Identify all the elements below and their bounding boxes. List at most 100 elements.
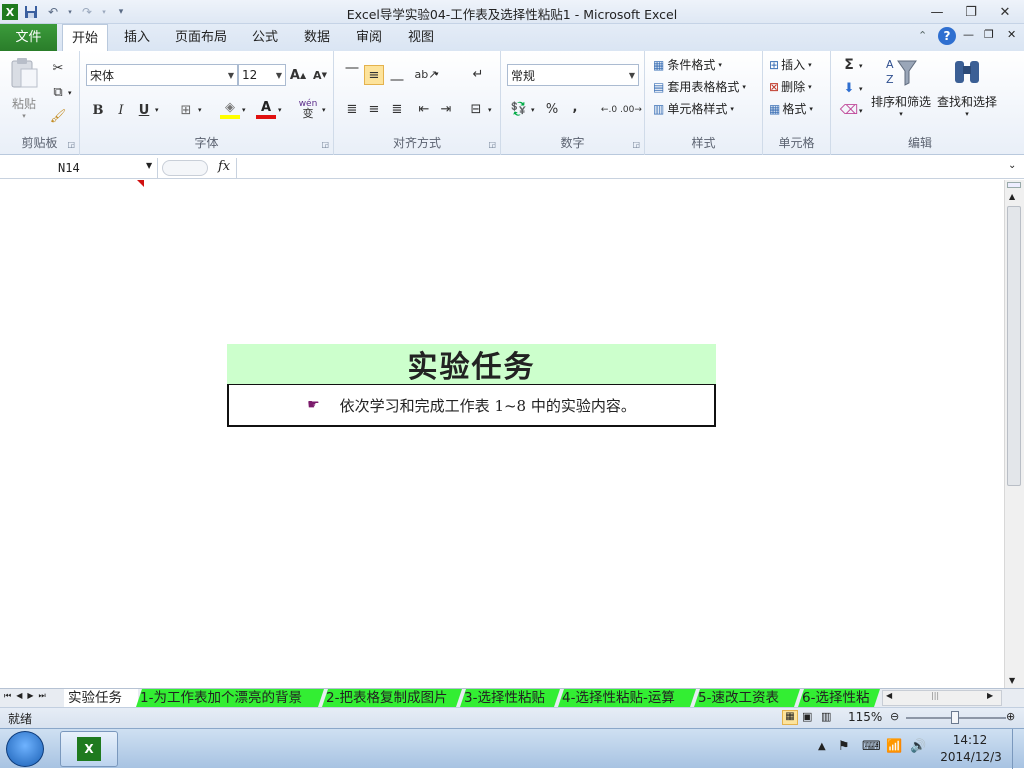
formula-bar-splitter[interactable] — [162, 160, 208, 176]
help-icon[interactable]: ? — [938, 27, 956, 45]
tab-review[interactable]: 审阅 — [349, 24, 389, 51]
italic-button[interactable]: I — [111, 100, 131, 120]
workbook-minimize-button[interactable]: — — [963, 28, 974, 41]
expand-formula-bar-icon[interactable]: ⌄ — [1008, 160, 1016, 171]
normal-view-icon[interactable]: ▦ — [782, 710, 798, 725]
increase-indent-icon[interactable]: ⇥ — [436, 99, 456, 119]
font-size-combo[interactable]: 12 ▼ — [238, 64, 286, 86]
borders-dropdown-icon[interactable]: ▾ — [198, 106, 202, 114]
delete-cells-button[interactable]: ⊠ 删除 ▾ — [769, 78, 812, 95]
taskbar-excel-button[interactable]: X — [60, 731, 118, 767]
tab-formulas[interactable]: 公式 — [245, 24, 285, 51]
scroll-thumb[interactable] — [1007, 206, 1021, 486]
find-select-button[interactable]: 查找和选择 ▾ — [935, 55, 999, 121]
currency-icon[interactable]: 💱 — [509, 99, 529, 119]
fill-color-icon[interactable]: ◈ — [220, 99, 240, 119]
vertical-scrollbar[interactable]: ▲ ▼ — [1004, 180, 1024, 688]
tab-file[interactable]: 文件 — [0, 24, 57, 51]
tab-page-layout[interactable]: 页面布局 — [170, 24, 232, 51]
conditional-format-button[interactable]: ▦ 条件格式 ▾ — [653, 56, 722, 73]
worksheet-area[interactable] — [0, 180, 1004, 688]
workbook-restore-button[interactable]: ❐ — [984, 28, 994, 41]
action-center-flag-icon[interactable]: ⚑ — [838, 739, 850, 754]
tab-insert[interactable]: 插入 — [117, 24, 157, 51]
decrease-decimal-icon[interactable]: .00→ — [619, 100, 643, 120]
fill-dropdown-icon[interactable]: ▾ — [859, 85, 863, 93]
restore-button[interactable]: ❐ — [956, 2, 986, 22]
cell-styles-button[interactable]: ▥ 单元格样式 ▾ — [653, 100, 734, 117]
format-cells-button[interactable]: ▦ 格式 ▾ — [769, 100, 813, 117]
bottom-align-icon[interactable]: ⎽ — [387, 64, 407, 84]
clear-icon[interactable]: ⌫ — [839, 100, 859, 120]
tab-data[interactable]: 数据 — [297, 24, 337, 51]
increase-decimal-icon[interactable]: ←.0 — [597, 100, 621, 120]
font-color-dropdown-icon[interactable]: ▾ — [278, 106, 282, 114]
insert-cells-button[interactable]: ⊞ 插入 ▾ — [769, 56, 812, 73]
zoom-level[interactable]: 115% — [848, 710, 882, 724]
tab-home[interactable]: 开始 — [62, 24, 108, 52]
orientation-dropdown-icon[interactable]: ▾ — [435, 70, 439, 78]
align-center-icon[interactable]: ≡ — [364, 99, 384, 119]
show-desktop-button[interactable] — [1012, 729, 1024, 769]
shrink-font-button[interactable]: A ▼ — [310, 65, 330, 85]
page-layout-view-icon[interactable]: ▣ — [802, 710, 812, 723]
sheet-tab[interactable]: 6-选择性粘 — [798, 689, 880, 707]
insert-function-button[interactable]: fx — [218, 159, 230, 174]
clipboard-launcher-icon[interactable]: ◲ — [67, 140, 75, 149]
align-right-icon[interactable]: ≣ — [387, 99, 407, 119]
zoom-in-icon[interactable]: ⊕ — [1006, 710, 1015, 723]
device-icon[interactable]: ⌨ — [862, 739, 881, 754]
percent-button[interactable]: % — [542, 99, 562, 119]
format-as-table-button[interactable]: ▤ 套用表格格式 ▾ — [653, 78, 746, 95]
sheet-tab[interactable]: 1-为工作表加个漂亮的背景 — [136, 689, 324, 707]
tab-view[interactable]: 视图 — [401, 24, 441, 51]
horizontal-scrollbar[interactable]: ◀ ||| ▶ — [882, 690, 1002, 706]
format-painter-icon[interactable]: 🖌 — [48, 106, 68, 126]
phonetic-dropdown-icon[interactable]: ▾ — [322, 106, 326, 114]
wrap-text-icon[interactable]: ↵ — [468, 64, 488, 84]
font-launcher-icon[interactable]: ◲ — [321, 140, 329, 149]
sheet-tab[interactable]: 3-选择性粘贴 — [460, 689, 560, 707]
volume-icon[interactable]: 🔊 — [910, 739, 926, 754]
name-box-dropdown-icon[interactable]: ▼ — [146, 161, 152, 170]
currency-dropdown-icon[interactable]: ▾ — [531, 106, 535, 114]
page-break-view-icon[interactable]: ▥ — [821, 710, 831, 723]
middle-align-icon[interactable]: ≡ — [364, 65, 384, 85]
sort-filter-button[interactable]: AZ 排序和筛选 ▾ — [869, 55, 933, 121]
autosum-dropdown-icon[interactable]: ▾ — [859, 62, 863, 70]
autosum-button[interactable]: Σ — [839, 55, 859, 75]
sheet-tab[interactable]: 4-选择性粘贴-运算 — [558, 689, 696, 707]
show-hidden-icons[interactable]: ▲ — [818, 741, 826, 752]
scroll-down-icon[interactable]: ▼ — [1009, 676, 1015, 685]
align-left-icon[interactable]: ≣ — [342, 99, 362, 119]
font-color-button[interactable]: A — [256, 99, 276, 119]
orientation-icon[interactable]: ab↗ — [415, 64, 438, 84]
underline-button[interactable]: U — [134, 100, 154, 120]
font-name-combo[interactable]: 宋体 ▼ — [86, 64, 238, 86]
zoom-slider-thumb[interactable] — [951, 711, 959, 724]
sheet-tab[interactable]: 2-把表格复制成图片 — [322, 689, 462, 707]
borders-icon[interactable]: ⊞ — [176, 100, 196, 120]
fill-icon[interactable]: ⬇ — [839, 78, 859, 98]
underline-dropdown-icon[interactable]: ▾ — [155, 106, 159, 114]
merge-center-icon[interactable]: ⊟ — [466, 99, 486, 119]
top-align-icon[interactable]: ⎺ — [342, 64, 362, 84]
number-format-combo[interactable]: 常规 ▼ — [507, 64, 639, 86]
minimize-button[interactable]: — — [922, 2, 952, 22]
scroll-left-icon[interactable]: ◀ — [886, 691, 892, 700]
close-button[interactable]: ✕ — [990, 2, 1020, 22]
scroll-up-icon[interactable]: ▲ — [1009, 192, 1015, 201]
clear-dropdown-icon[interactable]: ▾ — [859, 107, 863, 115]
scroll-right-icon[interactable]: ▶ — [987, 691, 993, 700]
sheet-nav-icons[interactable]: ⏮◀▶⏭ — [4, 691, 51, 701]
sheet-tab[interactable]: 5-速改工资表 — [694, 689, 800, 707]
network-icon[interactable]: 📶 — [886, 739, 902, 754]
bold-button[interactable]: B — [88, 100, 108, 120]
number-launcher-icon[interactable]: ◲ — [632, 140, 640, 149]
sheet-tab[interactable]: 实验任务 — [64, 689, 138, 707]
workbook-close-button[interactable]: ✕ — [1007, 28, 1016, 41]
merge-dropdown-icon[interactable]: ▾ — [488, 106, 492, 114]
formula-input[interactable] — [236, 158, 1006, 178]
start-button[interactable] — [6, 731, 44, 767]
copy-icon[interactable]: ⧉ — [48, 82, 68, 102]
